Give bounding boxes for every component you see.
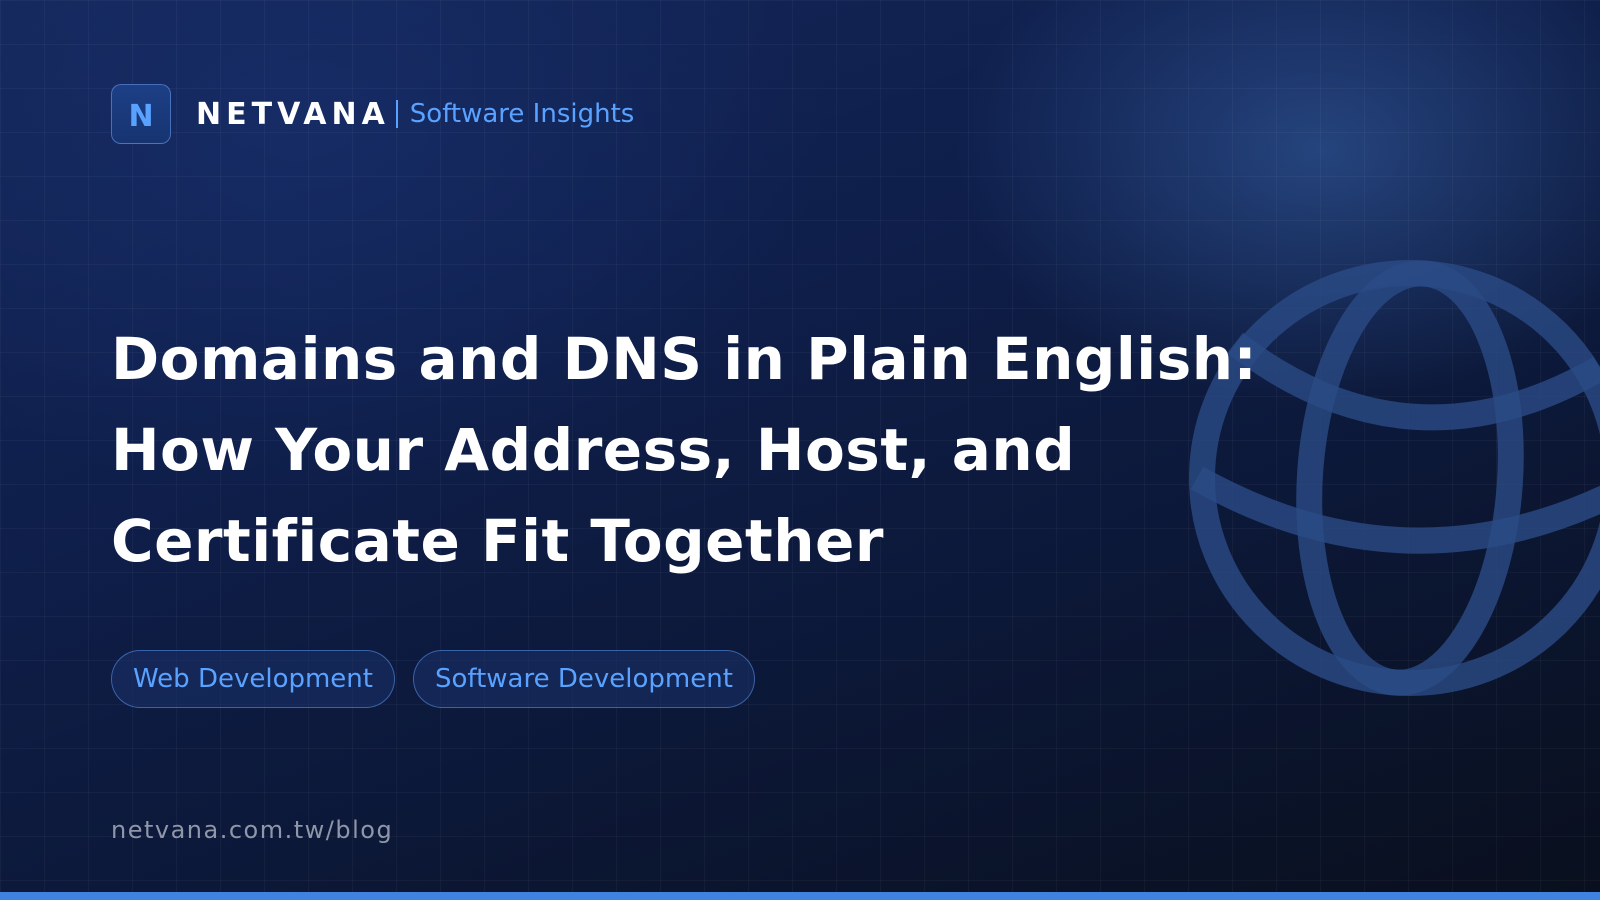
article-title: Domains and DNS in Plain English: How Yo… <box>111 314 1258 587</box>
blog-cover-card: N NETVANA Software Insights Domains and … <box>0 0 1600 900</box>
article-title-line-3: Certificate Fit Together <box>111 507 884 575</box>
brand-tagline: Software Insights <box>409 99 635 129</box>
blog-url: netvana.com.tw/blog <box>111 816 394 844</box>
category-tags: Web Development Software Development <box>111 650 755 708</box>
tag-software-development[interactable]: Software Development <box>412 650 755 708</box>
brand-name: NETVANA <box>196 96 390 132</box>
bottom-accent-bar <box>0 892 1600 900</box>
article-title-line-1: Domains and DNS in Plain English: <box>111 325 1258 393</box>
brand-separator <box>395 100 398 128</box>
brand-logo: N <box>111 84 171 144</box>
brand-header: N NETVANA Software Insights <box>111 84 634 144</box>
globe-icon <box>1189 260 1600 696</box>
tag-web-development[interactable]: Web Development <box>111 650 395 708</box>
article-title-line-2: How Your Address, Host, and <box>111 416 1076 484</box>
